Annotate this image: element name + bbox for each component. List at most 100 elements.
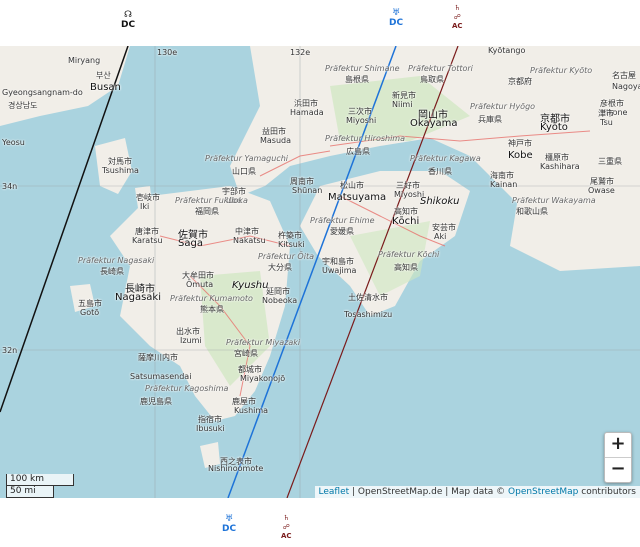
place-label: Shikoku	[420, 196, 460, 207]
place-label: Kashihara	[540, 162, 580, 171]
place-label: Präfektur Kagoshima	[145, 384, 229, 393]
place-label: 土佐清水市	[348, 293, 388, 302]
place-label: 広島県	[346, 147, 370, 156]
saturn-icon: ♄	[454, 4, 461, 12]
attribution-text: | OpenStreetMap.de | Map data ©	[349, 487, 509, 497]
place-label: Ibusuki	[196, 424, 225, 433]
place-label: Nagasaki	[115, 292, 161, 303]
place-label: Busan	[90, 82, 121, 93]
place-label: 香川県	[428, 167, 452, 176]
place-label: Hamada	[290, 108, 324, 117]
place-label: Kōchi	[392, 216, 420, 227]
place-label: Präfektur Ōita	[258, 252, 314, 261]
north-node-icon: ☊	[124, 10, 133, 20]
place-label: Kyushu	[232, 280, 269, 291]
lat-label-32: 32n	[2, 346, 18, 355]
place-label: Nishinoomote	[208, 464, 264, 473]
map-canvas[interactable]: 130e 132e 34n 32n Kyōtango Präfektur Shi…	[0, 46, 640, 498]
place-label: 島根県	[345, 75, 369, 84]
place-label: Präfektur Nagasaki	[78, 256, 155, 265]
place-label: Iki	[140, 202, 150, 211]
place-label: Matsuyama	[328, 192, 387, 203]
place-label: 宮崎県	[234, 349, 258, 358]
lat-label-34: 34n	[2, 182, 18, 191]
place-label: Saga	[178, 238, 203, 249]
place-label: 大分県	[268, 263, 292, 272]
place-label: Gotō	[80, 308, 100, 317]
black-dc-marker-top: ☊ DC	[121, 10, 135, 30]
lon-label-132: 132e	[290, 48, 311, 57]
place-label: Kainan	[490, 180, 518, 189]
uranus-icon: ♅	[392, 8, 401, 18]
place-label: Tsushima	[102, 166, 139, 175]
place-label: Satsumasendai	[130, 372, 192, 381]
place-label: Miyakonojō	[240, 374, 286, 383]
opposition-icon: ☍	[453, 13, 461, 21]
blue-dc-marker-bottom: ♅ DC	[222, 514, 236, 534]
opposition-icon: ☍	[282, 523, 290, 531]
place-label: 愛媛県	[330, 227, 354, 236]
place-label: Aki	[434, 232, 447, 241]
place-label: Gyeongsangnam-do	[2, 88, 83, 97]
place-label: Niimi	[392, 100, 413, 109]
place-label: 부산	[96, 71, 111, 80]
place-label: Präfektur Fukuoka	[175, 196, 248, 205]
place-label: Shūnan	[292, 186, 323, 195]
place-label: Präfektur Kyōto	[530, 66, 593, 75]
marker-code: DC	[389, 18, 404, 28]
place-label: Owase	[588, 186, 615, 195]
place-label: Präfektur Wakayama	[512, 196, 596, 205]
leaflet-link[interactable]: Leaflet	[319, 487, 350, 497]
place-label: 薩摩川内市	[138, 353, 178, 362]
marker-code: AC	[281, 532, 292, 540]
place-label: 神戸市	[508, 139, 532, 148]
place-label: Ōmuta	[186, 280, 214, 289]
place-label: Masuda	[260, 136, 292, 145]
place-label: Okayama	[410, 118, 458, 129]
place-label: 鹿児島県	[140, 397, 172, 406]
place-label: 鳥取県	[420, 75, 444, 84]
zoom-out-button[interactable]: −	[605, 457, 631, 482]
saturn-icon: ♄	[283, 514, 290, 522]
lon-label-130: 130e	[157, 48, 178, 57]
place-label: Tosashimizu	[344, 310, 393, 319]
uranus-icon: ♅	[225, 514, 234, 524]
place-label: Nakatsu	[233, 236, 266, 245]
osm-link[interactable]: OpenStreetMap	[508, 487, 578, 497]
place-label: Präfektur Ehime	[310, 216, 375, 225]
place-label: 경상남도	[8, 101, 38, 110]
place-label: Präfektur Kōchi	[378, 250, 440, 259]
place-label: Kobe	[508, 150, 533, 161]
place-label: Karatsu	[132, 236, 163, 245]
place-label: Präfektur Miyazaki	[226, 338, 301, 347]
place-label: 高知県	[394, 263, 418, 272]
marker-code: DC	[121, 20, 136, 30]
place-label: Nagoya	[612, 82, 640, 91]
place-label: 京都府	[508, 77, 532, 86]
place-label: 名古屋	[612, 71, 636, 80]
place-label: Präfektur Hyōgo	[470, 102, 536, 111]
place-label: Präfektur Kagawa	[410, 154, 481, 163]
place-label: 三重県	[598, 157, 622, 166]
place-label: Kitsuki	[278, 240, 305, 249]
place-label: Izumi	[180, 336, 202, 345]
place-label: Präfektur Shimane	[325, 64, 400, 73]
attribution-tail: contributors	[578, 487, 636, 497]
place-label: 和歌山県	[516, 207, 548, 216]
zoom-in-button[interactable]: +	[605, 433, 631, 457]
brown-ac-marker-top: ♄ ☍ AC	[452, 4, 463, 31]
place-label: 熊本県	[200, 305, 224, 314]
place-label: 山口県	[232, 167, 256, 176]
place-label: Miyoshi	[346, 116, 377, 125]
scale-mi: 50 mi	[6, 486, 54, 498]
place-label: Präfektur Tottori	[408, 64, 473, 73]
bottom-marker-band	[0, 498, 640, 547]
place-label: Präfektur Hiroshima	[325, 134, 406, 143]
place-label: Kyōtango	[488, 46, 526, 55]
blue-dc-marker-top: ♅ DC	[389, 8, 403, 28]
zoom-control: + −	[604, 432, 632, 483]
place-label: 長崎県	[100, 267, 124, 276]
marker-code: DC	[222, 524, 237, 534]
place-label: Kushima	[234, 406, 269, 415]
place-label: Nobeoka	[262, 296, 298, 305]
